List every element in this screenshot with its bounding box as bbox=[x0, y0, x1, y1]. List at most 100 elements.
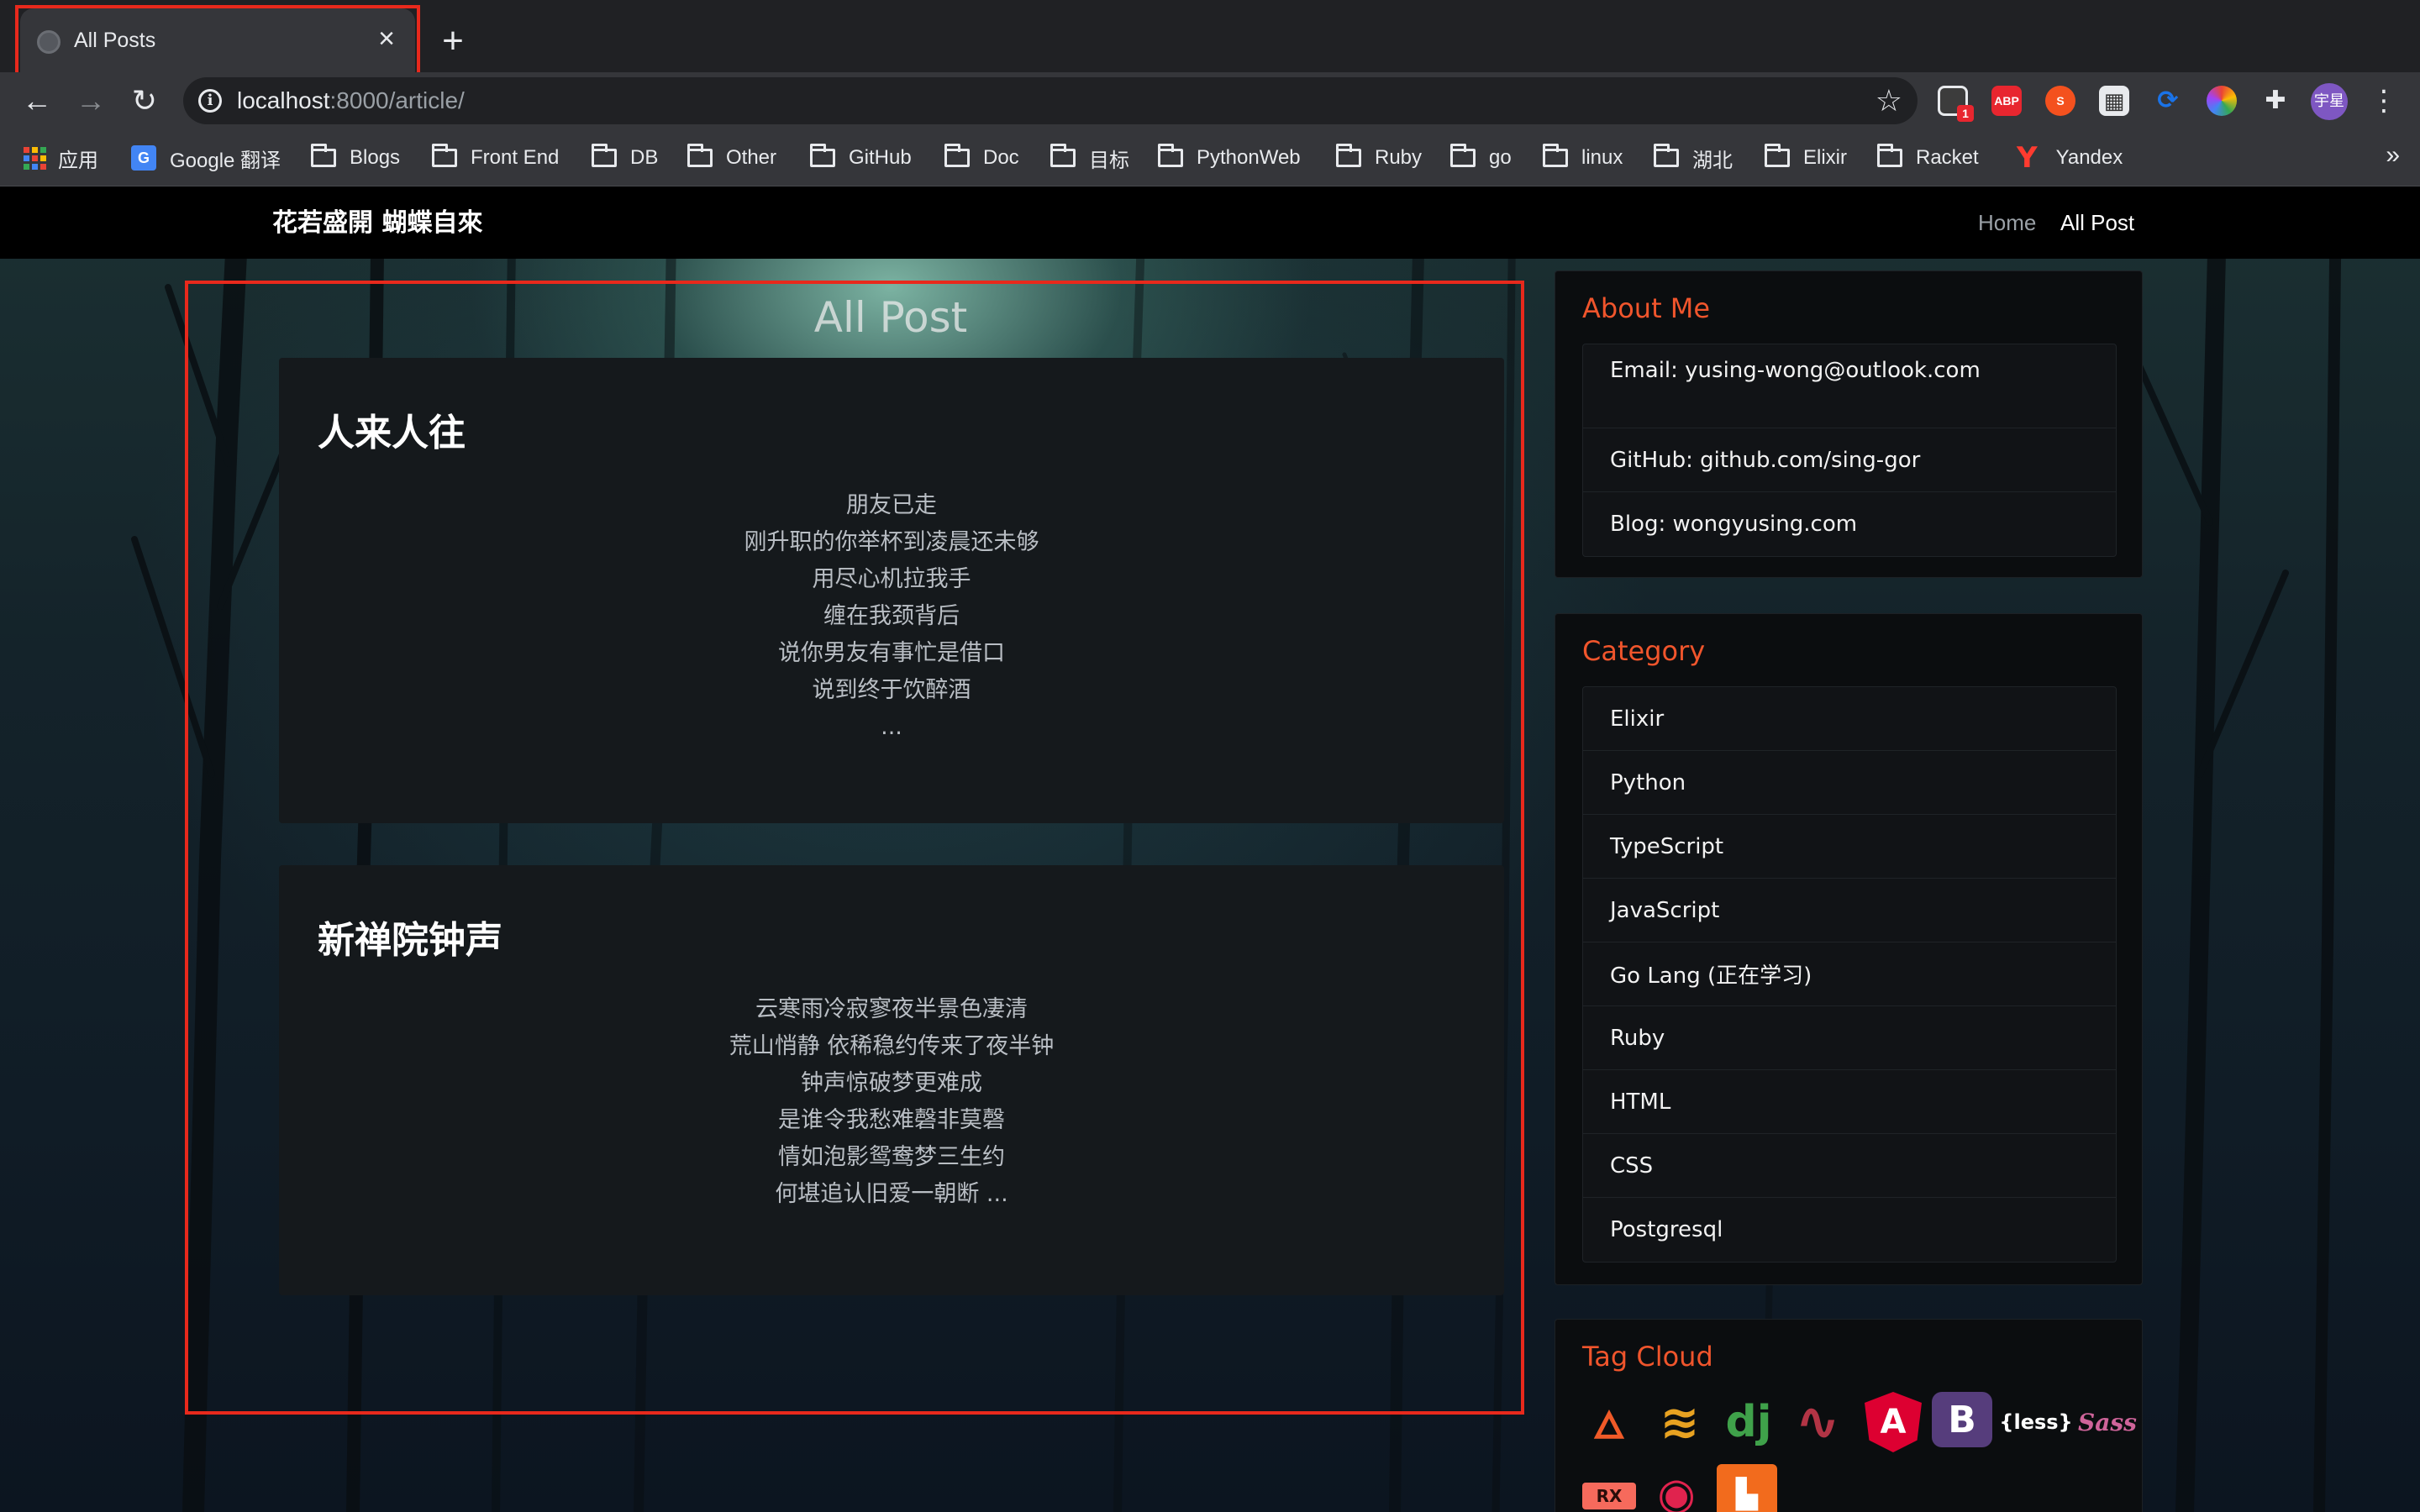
adblock-plus-icon[interactable]: ABP bbox=[1991, 86, 2022, 116]
rails-icon[interactable]: ∿ bbox=[1784, 1391, 1851, 1453]
info-icon[interactable]: i bbox=[198, 89, 222, 113]
bookmark-label: 湖北 bbox=[1692, 149, 1733, 172]
bookmark-doc[interactable]: Doc bbox=[944, 143, 1019, 173]
category-item[interactable]: JavaScript bbox=[1583, 879, 2116, 942]
bookmark-label: Racket bbox=[1916, 146, 1979, 169]
screen-capture-extension-icon[interactable]: 1 bbox=[1938, 86, 1974, 122]
nestjs-icon[interactable]: ◉ bbox=[1649, 1464, 1703, 1512]
post-line: 荒山悄静 依稀稳约传来了夜半钟 bbox=[729, 1033, 1055, 1059]
bookmark-label: Other bbox=[726, 146, 777, 169]
post-excerpt: 云寒雨冷寂寥夜半景色凄清 荒山悄静 依稀稳约传来了夜半钟 钟声惊破梦更难成 是谁… bbox=[279, 991, 1504, 1213]
bookmark-label: linux bbox=[1581, 146, 1623, 169]
s-extension-icon[interactable]: S bbox=[2045, 86, 2075, 116]
category-title: Category bbox=[1582, 635, 1706, 667]
forward-arrow-icon[interactable]: → bbox=[71, 81, 111, 121]
category-item[interactable]: HTML bbox=[1583, 1070, 2116, 1134]
bookmark-label: Ruby bbox=[1375, 146, 1423, 169]
category-item[interactable]: Elixir bbox=[1583, 687, 2116, 751]
post-card[interactable]: 新禅院钟声 云寒雨冷寂寥夜半景色凄清 荒山悄静 依稀稳约传来了夜半钟 钟声惊破梦… bbox=[279, 865, 1504, 1295]
bookmark-label: Google 翻译 bbox=[170, 149, 281, 172]
folder-icon bbox=[810, 144, 835, 167]
post-line: 刚升职的你举杯到凌晨还未够 bbox=[744, 529, 1039, 555]
bookmark-label: 目标 bbox=[1089, 149, 1129, 172]
about-blog[interactable]: Blog: wongyusing.com bbox=[1583, 492, 2116, 556]
category-item[interactable]: Ruby bbox=[1583, 1006, 2116, 1070]
bookmark-github[interactable]: GitHub bbox=[810, 143, 912, 173]
bookmark-star-icon[interactable]: ☆ bbox=[1876, 82, 1902, 119]
color-picker-extension-icon[interactable] bbox=[2207, 86, 2237, 116]
bookmark-湖北[interactable]: 湖北 bbox=[1654, 143, 1733, 173]
post-title[interactable]: 新禅院钟声 bbox=[318, 917, 502, 964]
bookmark-google-翻译[interactable]: G Google 翻译 bbox=[131, 143, 281, 173]
post-card[interactable]: 人来人往 朋友已走 刚升职的你举杯到凌晨还未够 用尽心机拉我手 缠在我颈背后 说… bbox=[279, 358, 1504, 823]
post-title[interactable]: 人来人往 bbox=[318, 410, 466, 457]
category-item[interactable]: TypeScript bbox=[1583, 815, 2116, 879]
category-list: Elixir Python TypeScript JavaScript Go Lang … bbox=[1582, 686, 2117, 1263]
bookmark-blogs[interactable]: Blogs bbox=[311, 143, 400, 173]
crop-extension-icon[interactable]: ⟳ bbox=[2153, 86, 2183, 116]
bookmark-应用[interactable]: 应用 bbox=[24, 143, 98, 173]
back-arrow-icon[interactable]: ← bbox=[17, 81, 57, 121]
about-github[interactable]: GitHub: github.com/sing-gor bbox=[1583, 428, 2116, 492]
django-icon[interactable]: dj bbox=[1722, 1392, 1776, 1452]
about-me-list: Email: yusing-wong@outlook.com GitHub: g… bbox=[1582, 344, 2117, 557]
category-item[interactable]: Postgresql bbox=[1583, 1198, 2116, 1262]
bookmark-yandex[interactable]: Y Yandex bbox=[2017, 141, 2123, 175]
rx-icon[interactable]: RX bbox=[1582, 1483, 1636, 1509]
folder-icon bbox=[1336, 144, 1361, 167]
folder-icon bbox=[944, 144, 970, 167]
extensions-puzzle-icon[interactable]: ✚ bbox=[2260, 86, 2291, 116]
bookmark-other[interactable]: Other bbox=[687, 143, 776, 173]
more-bookmarks-icon[interactable]: » bbox=[2386, 141, 2400, 170]
nav-link-all-post[interactable]: All Post bbox=[2060, 208, 2134, 237]
bookmark-label: Yandex bbox=[2055, 146, 2123, 169]
less-icon[interactable]: {less} bbox=[1999, 1392, 2072, 1452]
tab-all-posts[interactable]: All Posts × bbox=[20, 8, 415, 72]
bookmark-go[interactable]: go bbox=[1450, 143, 1512, 173]
bookmark-front-end[interactable]: Front End bbox=[432, 143, 559, 173]
bootstrap-icon[interactable]: B bbox=[1932, 1392, 1992, 1447]
bookmark-linux[interactable]: linux bbox=[1543, 143, 1623, 173]
qr-extension-icon[interactable]: ▦ bbox=[2099, 86, 2129, 116]
notification-badge: 1 bbox=[1957, 105, 1974, 122]
close-icon[interactable]: × bbox=[370, 22, 403, 55]
bookmark-pythonweb[interactable]: PythonWeb bbox=[1158, 143, 1301, 173]
category-item[interactable]: Python bbox=[1583, 751, 2116, 815]
bookmarks-bar: » 应用 G Google 翻译 Blogs Front End DB Other GitHu… bbox=[0, 129, 2420, 186]
new-tab-button[interactable]: + bbox=[432, 22, 474, 64]
web-page: 花若盛開 蝴蝶自來 Home All Post All Post 人来人往 朋友… bbox=[0, 186, 2420, 1512]
bookmark-racket[interactable]: Racket bbox=[1877, 143, 1979, 173]
category-item[interactable]: CSS bbox=[1583, 1134, 2116, 1198]
url-text[interactable]: localhost:8000/article/ bbox=[237, 87, 465, 114]
bookmark-目标[interactable]: 目标 bbox=[1050, 143, 1129, 173]
bookmark-label: 应用 bbox=[58, 149, 98, 172]
category-item[interactable]: Go Lang (正在学习) bbox=[1583, 942, 2116, 1006]
post-line: 缠在我颈背后 bbox=[823, 603, 960, 629]
post-line: 云寒雨冷寂寥夜半景色凄清 bbox=[755, 996, 1028, 1022]
sass-icon[interactable]: Sass bbox=[2078, 1392, 2137, 1452]
post-line: 是谁令我愁难磬非莫磬 bbox=[778, 1107, 1005, 1133]
bookmark-db[interactable]: DB bbox=[592, 143, 658, 173]
apps-icon bbox=[24, 146, 46, 170]
nav-link-home[interactable]: Home bbox=[1978, 208, 2036, 237]
profile-avatar[interactable]: 宇星 bbox=[2311, 83, 2348, 120]
tag-cloud-panel: Tag Cloud 🜂 ≋ dj ∿ A B {less} Sass RX ◉ ▙ bbox=[1555, 1319, 2143, 1512]
post-line: 钟声惊破梦更难成 bbox=[801, 1070, 982, 1096]
browser-menu-icon[interactable]: ⋮ bbox=[2370, 81, 2398, 121]
site-brand[interactable]: 花若盛開 蝴蝶自來 bbox=[272, 207, 482, 240]
folder-icon bbox=[1877, 144, 1902, 167]
folder-icon bbox=[1654, 144, 1679, 167]
reload-icon[interactable]: ↻ bbox=[124, 81, 165, 121]
folder-icon bbox=[1765, 144, 1790, 167]
post-line: 何堪追认旧爱一朝断 ... bbox=[775, 1181, 1008, 1207]
about-me-title: About Me bbox=[1582, 292, 1711, 324]
about-me-panel: About Me Email: yusing-wong@outlook.com … bbox=[1555, 270, 2143, 578]
google-translate-icon: G bbox=[131, 145, 156, 171]
rabbitmq-icon[interactable]: ▙ bbox=[1717, 1464, 1777, 1512]
phoenix-icon[interactable]: 🜂 bbox=[1582, 1392, 1636, 1452]
bookmark-ruby[interactable]: Ruby bbox=[1336, 143, 1422, 173]
address-bar[interactable]: i localhost:8000/article/ ☆ bbox=[183, 77, 1918, 124]
tornado-icon[interactable]: ≋ bbox=[1653, 1392, 1707, 1452]
angular-icon[interactable]: A bbox=[1865, 1392, 1922, 1452]
bookmark-elixir[interactable]: Elixir bbox=[1765, 143, 1847, 173]
